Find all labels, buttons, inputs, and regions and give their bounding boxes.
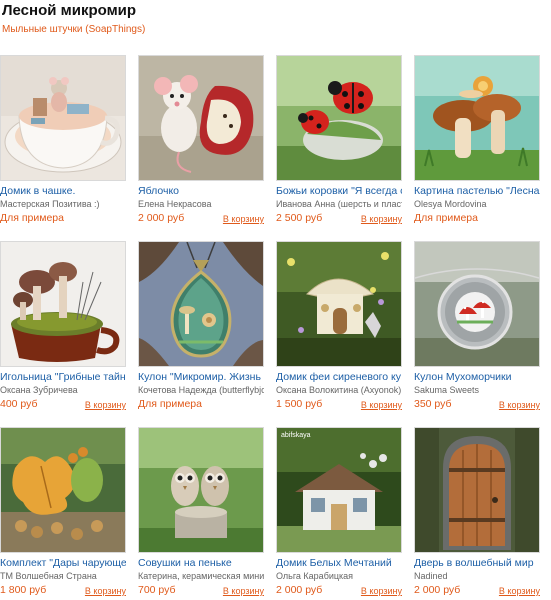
teacup-mouse-house-illustration [1, 56, 125, 180]
product-price: 2 000 руб [414, 584, 461, 596]
product-name[interactable]: Домик в чашке. [0, 185, 126, 198]
add-to-cart-link[interactable]: В корзину [499, 400, 540, 410]
product-image-oak-leaves-acorns[interactable] [0, 427, 126, 553]
product-card[interactable]: abifskaya Домик Белых Мечтаний Ольга Кар… [276, 427, 402, 600]
product-bottom: 2 000 руб В корзину [276, 584, 402, 600]
product-card[interactable]: Яблочко Елена Некрасова 2 000 руб В корз… [138, 55, 264, 230]
add-to-cart-link[interactable]: В корзину [361, 214, 402, 224]
product-name[interactable]: Дверь в волшебный мир [414, 557, 540, 570]
product-card[interactable]: Домик феи сиреневого ку Оксана Волокитин… [276, 241, 402, 416]
product-name[interactable]: Кулон "Микромир. Жизнь в [138, 371, 264, 384]
magic-door-illustration [415, 428, 539, 552]
page-title: Лесной микромир [2, 2, 137, 19]
product-name[interactable]: Игольница "Грибные тайн [0, 371, 126, 384]
product-image-mushrooms-with-snail[interactable] [414, 55, 540, 181]
product-image-mouse-and-apple[interactable] [138, 55, 264, 181]
add-to-cart-link[interactable]: В корзину [499, 586, 540, 596]
product-image-ladybugs-on-stone[interactable] [276, 55, 402, 181]
product-bottom: Для примера [414, 212, 540, 228]
white-dreams-house-illustration [277, 428, 401, 552]
product-author[interactable]: Катерина, керамическая мини [138, 570, 264, 582]
product-bottom: 2 000 руб В корзину [138, 212, 264, 228]
product-price: 2 500 руб [276, 212, 323, 224]
ladybugs-on-stone-illustration [277, 56, 401, 180]
product-image-pendant-fly-agarics[interactable] [414, 241, 540, 367]
product-bottom: 350 руб В корзину [414, 398, 540, 414]
product-bottom: Для примера [0, 212, 126, 228]
product-author[interactable]: Иванова Анна (шерсть и пласт [276, 198, 402, 210]
product-bottom: Для примера [138, 398, 264, 414]
product-bottom: 2 500 руб В корзину [276, 212, 402, 228]
add-to-cart-link[interactable]: В корзину [361, 586, 402, 596]
product-card[interactable]: Игольница "Грибные тайн Оксана Зубричева… [0, 241, 126, 416]
product-name[interactable]: Яблочко [138, 185, 264, 198]
product-card[interactable]: Совушки на пеньке Катерина, керамическая… [138, 427, 264, 600]
mushrooms-with-snail-illustration [415, 56, 539, 180]
product-image-owls-on-stump[interactable] [138, 427, 264, 553]
product-name[interactable]: Комплект "Дары чарующе [0, 557, 126, 570]
product-price: Для примера [414, 212, 478, 224]
product-author[interactable]: Кочетова Надежда (butterflybjo [138, 384, 264, 396]
oak-leaves-acorns-illustration [1, 428, 125, 552]
product-image-pincushion-mushrooms-cup[interactable] [0, 241, 126, 367]
product-card[interactable]: Домик в чашке. Мастерская Позитива :) Дл… [0, 55, 126, 230]
add-to-cart-link[interactable]: В корзину [85, 586, 126, 596]
pincushion-mushrooms-cup-illustration [1, 242, 125, 366]
product-image-white-dreams-house[interactable]: abifskaya [276, 427, 402, 553]
product-bottom: 1 500 руб В корзину [276, 398, 402, 414]
product-bottom: 2 000 руб В корзину [414, 584, 540, 600]
product-image-magic-door[interactable] [414, 427, 540, 553]
product-author[interactable]: Елена Некрасова [138, 198, 264, 210]
add-to-cart-link[interactable]: В корзину [85, 400, 126, 410]
add-to-cart-link[interactable]: В корзину [223, 586, 264, 596]
product-price: Для примера [0, 212, 64, 224]
product-price: 400 руб [0, 398, 38, 410]
product-name[interactable]: Божьи коровки "Я всегда с [276, 185, 402, 198]
product-price: 2 000 руб [138, 212, 185, 224]
fairy-house-lilac-illustration [277, 242, 401, 366]
product-author[interactable]: Sakuma Sweets [414, 384, 540, 396]
product-name[interactable]: Картина пастелью "Лесная [414, 185, 540, 198]
watermark-text: abifskaya [281, 432, 311, 439]
product-grid: Домик в чашке. Мастерская Позитива :) Дл… [0, 55, 551, 600]
pendant-fly-agarics-illustration [415, 242, 539, 366]
product-bottom: 400 руб В корзину [0, 398, 126, 414]
product-price: Для примера [138, 398, 202, 410]
shop-link[interactable]: Мыльные штучки (SoapThings) [2, 24, 145, 35]
product-name[interactable]: Кулон Мухоморчики [414, 371, 540, 384]
product-author[interactable]: Оксана Волокитина (Axyonok) [276, 384, 402, 396]
product-card[interactable]: Кулон "Микромир. Жизнь в Кочетова Надежд… [138, 241, 264, 416]
product-price: 1 500 руб [276, 398, 323, 410]
product-card[interactable]: Божьи коровки "Я всегда с Иванова Анна (… [276, 55, 402, 230]
product-image-fairy-house-lilac[interactable] [276, 241, 402, 367]
product-card[interactable]: Дверь в волшебный мир Nadined 2 000 руб … [414, 427, 540, 600]
product-bottom: 1 800 руб В корзину [0, 584, 126, 600]
product-name[interactable]: Домик феи сиреневого ку [276, 371, 402, 384]
product-price: 350 руб [414, 398, 452, 410]
product-author[interactable]: Оксана Зубричева [0, 384, 126, 396]
add-to-cart-link[interactable]: В корзину [223, 214, 264, 224]
pendant-snail-microworld-illustration [139, 242, 263, 366]
product-card[interactable]: Кулон Мухоморчики Sakuma Sweets 350 руб … [414, 241, 540, 416]
product-author[interactable]: Ольга Карабицкая [276, 570, 402, 582]
product-author[interactable]: Olesya Mordovina [414, 198, 540, 210]
add-to-cart-link[interactable]: В корзину [361, 400, 402, 410]
product-card[interactable]: Комплект "Дары чарующе ТМ Волшебная Стра… [0, 427, 126, 600]
product-price: 700 руб [138, 584, 176, 596]
product-image-pendant-snail-microworld[interactable] [138, 241, 264, 367]
product-author[interactable]: Мастерская Позитива :) [0, 198, 126, 210]
product-name[interactable]: Домик Белых Мечтаний [276, 557, 402, 570]
product-price: 1 800 руб [0, 584, 47, 596]
mouse-and-apple-illustration [139, 56, 263, 180]
product-image-teacup-mouse-house[interactable] [0, 55, 126, 181]
product-name[interactable]: Совушки на пеньке [138, 557, 264, 570]
owls-on-stump-illustration [139, 428, 263, 552]
product-price: 2 000 руб [276, 584, 323, 596]
product-card[interactable]: Картина пастелью "Лесная Olesya Mordovin… [414, 55, 540, 230]
product-bottom: 700 руб В корзину [138, 584, 264, 600]
product-author[interactable]: ТМ Волшебная Страна [0, 570, 126, 582]
product-author[interactable]: Nadined [414, 570, 540, 582]
